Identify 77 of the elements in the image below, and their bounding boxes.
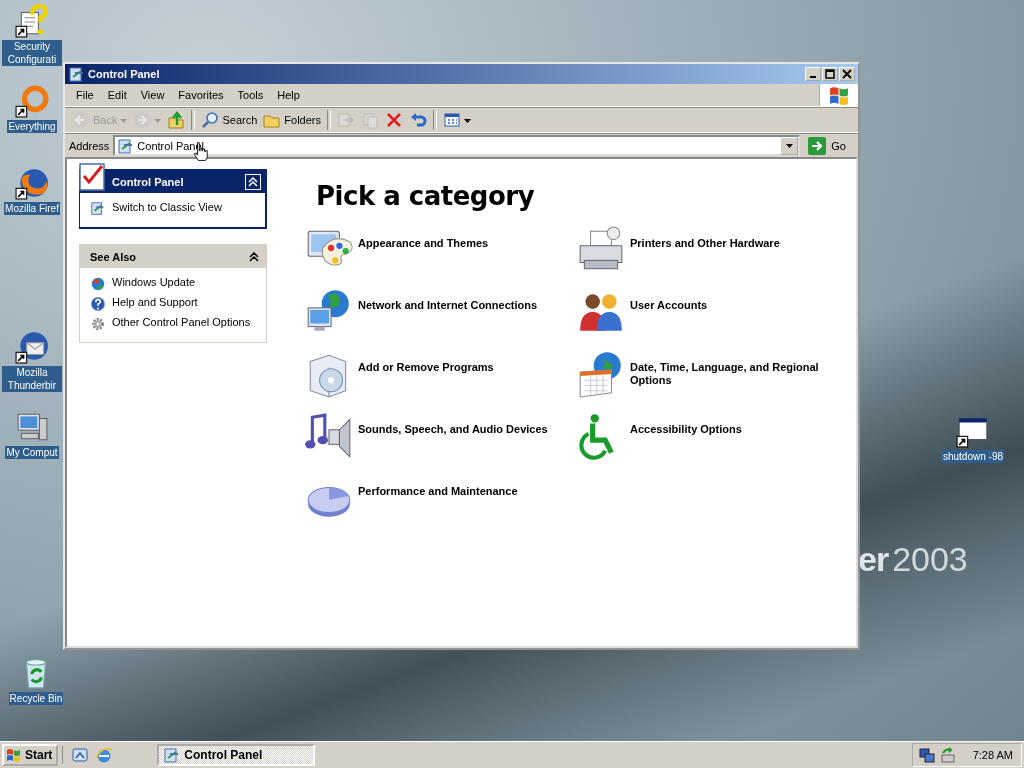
globe-icon: [90, 276, 106, 292]
window-title: Control Panel: [88, 68, 161, 80]
panel-title: Control Panel: [112, 175, 185, 188]
control-panel-icon: [90, 201, 106, 217]
category-link[interactable]: Printers and Other Hardware: [630, 225, 830, 250]
panel-title: See Also: [90, 250, 138, 263]
page-heading: Pick a category: [316, 181, 536, 211]
copy-to-icon: [361, 111, 379, 129]
flag-logo-icon: [6, 747, 22, 763]
go-button[interactable]: Go: [804, 136, 854, 155]
delete-icon: [385, 111, 403, 129]
category-link[interactable]: Performance and Maintenance: [358, 473, 558, 498]
icon-label[interactable]: shutdown -98: [941, 450, 1004, 463]
control-panel-icon: [163, 747, 180, 763]
dropdown-arrow-icon: [785, 142, 793, 149]
collapse-button[interactable]: [245, 173, 261, 190]
control-panel-icon: [117, 137, 134, 154]
close-button[interactable]: [839, 67, 855, 81]
maximize-icon: [825, 69, 835, 79]
chevron-icon: [249, 251, 259, 262]
dropdown-button[interactable]: [780, 136, 799, 155]
move-to-icon: [337, 111, 355, 129]
category-link[interactable]: User Accounts: [630, 287, 830, 312]
wallpaper-text: 2003: [892, 540, 968, 578]
browser-globe-icon[interactable]: [15, 166, 49, 200]
folder-up-icon: [167, 111, 186, 129]
task-link[interactable]: Switch to Classic View: [112, 201, 222, 214]
icon-label[interactable]: Recycle Bin: [8, 692, 64, 705]
search-icon: [201, 111, 220, 129]
dropdown-arrow-icon: [464, 116, 471, 124]
category-link[interactable]: Date, Time, Language, and Regional Options: [630, 349, 830, 387]
close-icon: [842, 69, 852, 79]
mail-bird-icon[interactable]: [15, 330, 49, 364]
search-button[interactable]: Search: [198, 109, 261, 131]
menu-item[interactable]: Tools: [230, 86, 271, 104]
menu-item[interactable]: Favorites: [171, 86, 231, 104]
icon-label[interactable]: Mozilla Thunderbir: [2, 366, 62, 392]
menu-item[interactable]: View: [133, 86, 172, 104]
category-link[interactable]: Sounds, Speech, and Audio Devices: [358, 411, 558, 436]
network-computers-icon[interactable]: [918, 747, 935, 763]
minimize-button[interactable]: [805, 67, 821, 81]
undo-icon: [409, 111, 427, 129]
category-link[interactable]: Appearance and Themes: [358, 225, 558, 250]
category-link[interactable]: Accessibility Options: [630, 411, 830, 436]
control-panel-icon: [78, 162, 108, 192]
minimize-icon: [810, 76, 816, 78]
flag-logo-icon: [828, 84, 850, 106]
clock: 7:28 AM: [972, 749, 1013, 761]
folders-button[interactable]: Folders: [260, 109, 324, 131]
menu-item[interactable]: Edit: [100, 86, 134, 104]
taskbar-button[interactable]: Control Panel: [157, 744, 316, 766]
start-button[interactable]: Start: [2, 744, 59, 766]
category-link[interactable]: Network and Internet Connections: [358, 287, 558, 312]
category-link[interactable]: Add or Remove Programs: [358, 349, 558, 374]
icon-label[interactable]: Mozilla Firef: [4, 202, 60, 215]
help-icon: [90, 296, 106, 312]
icon-label[interactable]: Security Configurati: [2, 40, 62, 66]
menu-item[interactable]: Help: [270, 86, 307, 104]
ring-icon[interactable]: [15, 84, 49, 118]
document-question-icon[interactable]: [15, 4, 49, 38]
task-link[interactable]: Windows Update: [112, 276, 196, 289]
dropdown-arrow-icon: [154, 116, 162, 124]
dropdown-arrow-icon: [120, 116, 128, 124]
wallpaper-text: er: [858, 540, 889, 578]
views-icon: [443, 111, 461, 129]
control-panel-icon: [68, 66, 84, 82]
task-link[interactable]: Other Control Panel Options: [112, 316, 251, 329]
chevron-icon: [248, 176, 258, 187]
icon-label[interactable]: My Comput: [5, 446, 59, 459]
maximize-button[interactable]: [822, 67, 838, 81]
icon-label[interactable]: Everything: [7, 120, 57, 133]
show-desktop-icon[interactable]: [71, 746, 90, 764]
gear-icon: [90, 316, 106, 332]
address-label: Address: [69, 139, 110, 152]
browser-icon[interactable]: [95, 746, 114, 764]
task-link[interactable]: Help and Support: [112, 296, 198, 309]
menu-item[interactable]: File: [69, 86, 101, 104]
